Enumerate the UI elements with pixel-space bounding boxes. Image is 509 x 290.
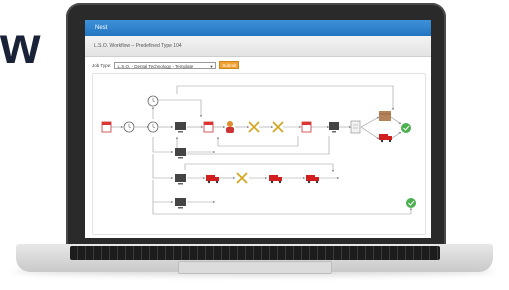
monitor-icon-3[interactable] <box>175 148 186 159</box>
document-icon[interactable] <box>350 120 361 134</box>
timer-icon[interactable] <box>123 121 135 133</box>
tools-icon-3[interactable] <box>236 172 248 184</box>
calendar-icon-3[interactable] <box>301 121 312 133</box>
job-type-label: Job Type: <box>92 62 112 68</box>
check-icon[interactable] <box>401 123 411 133</box>
box-icon[interactable] <box>379 111 391 121</box>
monitor-icon-4[interactable] <box>175 174 186 185</box>
job-type-value: L.S.O. - Dental Technology - Template <box>117 63 194 69</box>
page-subtitle: L.S.O. Workflow – Predefined Type 104 <box>94 43 182 49</box>
monitor-icon[interactable] <box>175 122 186 133</box>
person-icon[interactable] <box>226 121 234 133</box>
chevron-down-icon: ▼ <box>209 63 214 69</box>
timer-icon-2[interactable] <box>147 121 159 133</box>
check-icon-2[interactable] <box>406 198 416 208</box>
monitor-icon-2[interactable] <box>329 122 339 133</box>
calendar-icon[interactable] <box>101 121 112 133</box>
trackpad <box>178 261 332 274</box>
workflow-canvas <box>92 73 426 235</box>
app-title-bar: Nest <box>85 20 431 36</box>
brand-letter: w <box>0 17 40 75</box>
truck-icon-3[interactable] <box>269 175 282 184</box>
tools-icon[interactable] <box>248 121 260 133</box>
stopwatch-icon[interactable] <box>147 95 159 107</box>
keyboard <box>70 246 440 260</box>
truck-icon[interactable] <box>379 134 392 143</box>
submit-button[interactable]: Submit <box>219 61 240 69</box>
app-title: Nest <box>95 25 108 31</box>
truck-icon-2[interactable] <box>206 175 219 184</box>
job-type-select[interactable]: L.S.O. - Dental Technology - Template ▼ <box>114 61 217 69</box>
page-subtitle-bar: L.S.O. Workflow – Predefined Type 104 <box>85 36 431 57</box>
monitor-icon-5[interactable] <box>175 198 186 209</box>
job-type-toolbar: Job Type: L.S.O. - Dental Technology - T… <box>92 60 240 70</box>
laptop-screen: Nest L.S.O. Workflow – Predefined Type 1… <box>85 20 431 238</box>
tools-icon-2[interactable] <box>272 121 284 133</box>
calendar-icon-2[interactable] <box>203 121 214 133</box>
truck-icon-4[interactable] <box>306 175 319 184</box>
workflow-diagram <box>101 85 416 215</box>
